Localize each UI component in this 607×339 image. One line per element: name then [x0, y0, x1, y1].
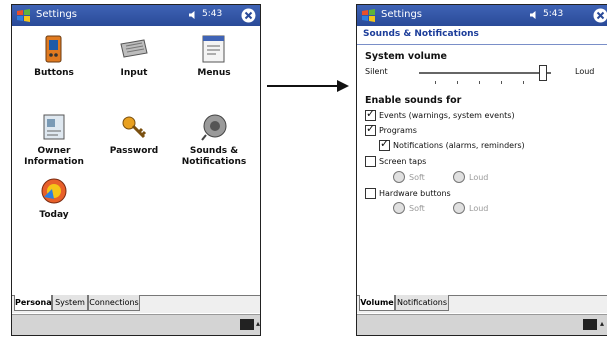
hardware-buttons-loud-radio[interactable] [453, 202, 465, 214]
enable-sounds-heading: Enable sounds for [365, 95, 462, 106]
speaker-icon[interactable] [529, 10, 539, 20]
owner-information-label: Owner Information [24, 146, 84, 167]
sounds-notifications-label: Sounds & Notifications [181, 146, 247, 167]
tab-connections[interactable]: Connections [88, 295, 140, 311]
input-label: Input [120, 68, 148, 78]
menus-icon [202, 35, 225, 63]
password-item[interactable]: Password [96, 111, 172, 157]
menus-label: Menus [197, 68, 231, 78]
screen-taps-label: Screen taps [379, 157, 427, 166]
input-item[interactable]: Input [96, 33, 172, 79]
tab-strip: Volume Notifications [357, 295, 607, 313]
events-label: Events (warnings, system events) [379, 111, 515, 120]
programs-label: Programs [379, 126, 417, 135]
checkmark-icon: ✓ [380, 137, 390, 150]
window-title: Settings [36, 9, 78, 20]
checkmark-icon: ✓ [366, 107, 376, 120]
buttons-label: Buttons [34, 68, 74, 78]
slider-min-label: Silent [365, 67, 388, 76]
clock[interactable]: 5:43 [202, 9, 222, 19]
window-title: Settings [381, 9, 423, 20]
transition-arrow-icon [267, 80, 349, 92]
title-bar: Settings 5:43 [12, 5, 260, 26]
slider-tick [479, 81, 480, 84]
screen-taps-checkbox[interactable] [365, 156, 376, 167]
screen-taps-loud-radio[interactable] [453, 171, 465, 183]
slider-tick [435, 81, 436, 84]
input-menu-arrow-icon[interactable]: ▴ [600, 319, 604, 329]
sounds-notifications-item[interactable]: Sounds & Notifications [176, 111, 252, 168]
checkmark-icon: ✓ [366, 122, 376, 135]
today-icon [41, 178, 67, 204]
notifications-checkbox[interactable]: ✓ [379, 137, 390, 151]
start-menu-icon[interactable] [361, 8, 376, 23]
settings-personal-screen: Settings 5:43 Buttons Input Menus Owner … [11, 4, 261, 336]
system-volume-heading: System volume [365, 51, 447, 62]
buttons-item[interactable]: Buttons [16, 33, 92, 79]
tab-system[interactable]: System [52, 295, 88, 311]
tab-notifications[interactable]: Notifications [395, 295, 449, 311]
owner-information-item[interactable]: Owner Information [16, 111, 92, 168]
keyboard-icon[interactable] [240, 319, 254, 330]
command-bar: ▴ [357, 314, 607, 335]
slider-tick [501, 81, 502, 84]
tab-personal[interactable]: Personal [14, 295, 54, 311]
owner-info-icon [43, 114, 65, 140]
events-checkbox[interactable]: ✓ [365, 107, 376, 121]
programs-checkbox[interactable]: ✓ [365, 122, 376, 136]
page-header: Sounds & Notifications [357, 26, 607, 45]
tab-volume[interactable]: Volume [359, 295, 395, 311]
password-label: Password [109, 146, 159, 156]
hardware-buttons-checkbox[interactable] [365, 188, 376, 199]
close-icon[interactable] [241, 8, 256, 23]
volume-slider-thumb[interactable] [538, 65, 547, 81]
command-bar: ▴ [12, 314, 260, 335]
slider-max-label: Loud [575, 67, 595, 76]
keyboard-icon[interactable] [583, 319, 597, 330]
speaker-icon[interactable] [188, 10, 198, 20]
page-title: Sounds & Notifications [363, 29, 479, 39]
start-menu-icon[interactable] [16, 8, 31, 23]
close-icon[interactable] [593, 8, 607, 23]
screen-taps-loud-label: Loud [469, 173, 489, 182]
key-icon [122, 116, 147, 139]
tab-strip: Personal System Connections [12, 295, 260, 313]
today-item[interactable]: Today [16, 175, 92, 221]
screen-taps-soft-radio[interactable] [393, 171, 405, 183]
screen-taps-soft-label: Soft [409, 173, 425, 182]
hardware-buttons-soft-label: Soft [409, 204, 425, 213]
clock[interactable]: 5:43 [543, 9, 563, 19]
input-menu-arrow-icon[interactable]: ▴ [256, 319, 260, 329]
hardware-buttons-label: Hardware buttons [379, 189, 451, 198]
speaker-icon [201, 114, 227, 141]
sounds-notifications-screen: Settings 5:43 Sounds & Notifications Sys… [356, 4, 607, 336]
today-label: Today [39, 210, 69, 220]
slider-tick [523, 81, 524, 84]
hardware-buttons-loud-label: Loud [469, 204, 489, 213]
slider-tick [457, 81, 458, 84]
volume-slider-track[interactable] [419, 72, 551, 74]
keyboard-icon [120, 39, 148, 58]
notifications-label: Notifications (alarms, reminders) [393, 141, 525, 150]
buttons-icon [45, 35, 62, 63]
menus-item[interactable]: Menus [176, 33, 252, 79]
title-bar: Settings 5:43 [357, 5, 607, 26]
hardware-buttons-soft-radio[interactable] [393, 202, 405, 214]
